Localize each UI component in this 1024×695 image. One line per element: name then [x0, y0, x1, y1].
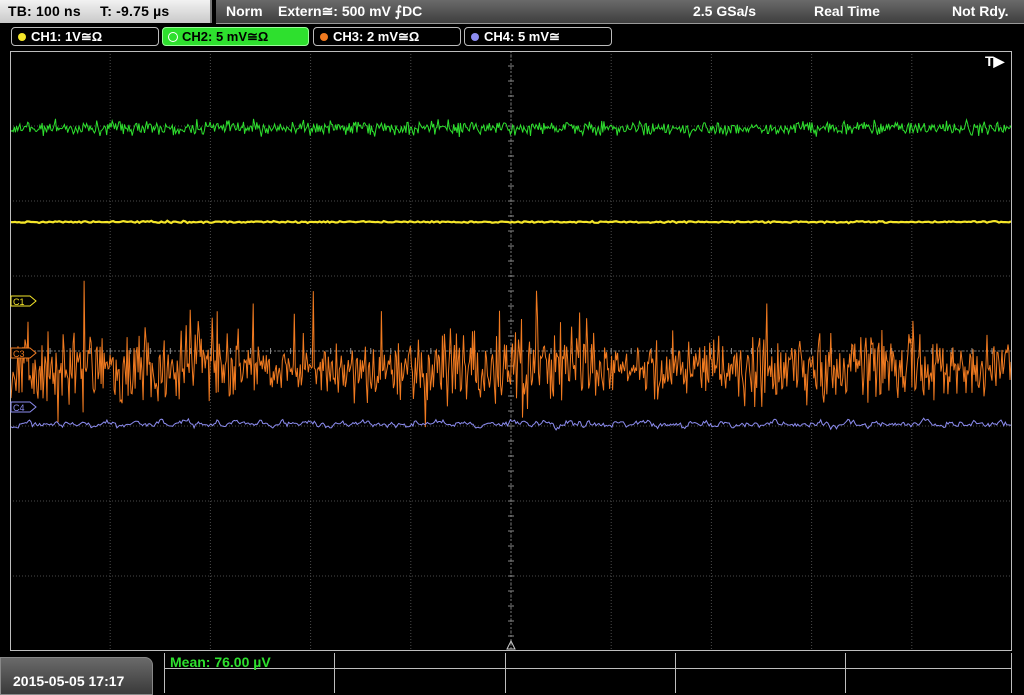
c3-offset-marker[interactable]: C3 [10, 347, 37, 359]
ch3-color-dot [320, 33, 328, 41]
status-bar: TB: 100 ns T: -9.75 µs Norm Extern≅: 500… [0, 0, 1024, 24]
acquisition-mode: Real Time [814, 3, 880, 19]
channel-tab-label: CH1: 1V≅Ω [31, 29, 103, 44]
sample-rate: 2.5 GSa/s [693, 3, 757, 19]
c4-marker-label: C4 [13, 403, 25, 413]
ch2-color-dot [168, 32, 178, 42]
run-status: Not Rdy. [952, 3, 1009, 19]
datetime: 2015-05-05 17:17 [13, 673, 125, 689]
mean-measurement: Mean: 76.00 µV [170, 654, 271, 670]
c1-offset-marker[interactable]: C1 [10, 295, 37, 307]
channel-tab-ch4[interactable]: CH4: 5 mV≅ [464, 27, 612, 46]
measurement-divider [164, 668, 1012, 669]
trigger-position-marker[interactable]: T▶ [985, 53, 1006, 69]
trigger-source: Extern≅: 500 mV ⨍DC [278, 3, 423, 19]
channel-tab-ch2[interactable]: CH2: 5 mV≅Ω [162, 27, 309, 46]
timebase-box[interactable]: TB: 100 ns T: -9.75 µs [0, 0, 212, 23]
channel-tab-label: CH3: 2 mV≅Ω [333, 29, 420, 44]
measurement-cell-divider [505, 653, 506, 693]
ch1-color-dot [18, 33, 26, 41]
measurement-cell-divider [1011, 653, 1012, 693]
waveform-display[interactable]: C1 C3 C4 T▶ [10, 51, 1012, 651]
c3-marker-label: C3 [13, 349, 25, 359]
channel-tab-label: CH2: 5 mV≅Ω [182, 29, 269, 44]
c4-offset-marker[interactable]: C4 [10, 401, 37, 413]
measurement-table[interactable] [164, 653, 1012, 695]
acquisition-status[interactable]: Norm Extern≅: 500 mV ⨍DC 2.5 GSa/s Real … [216, 0, 1024, 24]
trigger-mode: Norm [226, 3, 263, 19]
trigger-time-readout: T: -9.75 µs [100, 3, 170, 19]
channel-tab-ch1[interactable]: CH1: 1V≅Ω [11, 27, 159, 46]
datetime-box: 2015-05-05 17:17 [0, 657, 153, 695]
ch4-color-dot [471, 33, 479, 41]
c1-marker-label: C1 [13, 297, 25, 307]
channel-tab-ch3[interactable]: CH3: 2 mV≅Ω [313, 27, 461, 46]
measurement-cell-divider [675, 653, 676, 693]
measurement-cell-divider [334, 653, 335, 693]
channel-tab-label: CH4: 5 mV≅ [484, 29, 560, 44]
measurement-cell-divider [845, 653, 846, 693]
timebase-readout: TB: 100 ns [8, 3, 81, 19]
measurement-cell-divider [164, 653, 165, 693]
ch1-trace [10, 219, 1012, 225]
